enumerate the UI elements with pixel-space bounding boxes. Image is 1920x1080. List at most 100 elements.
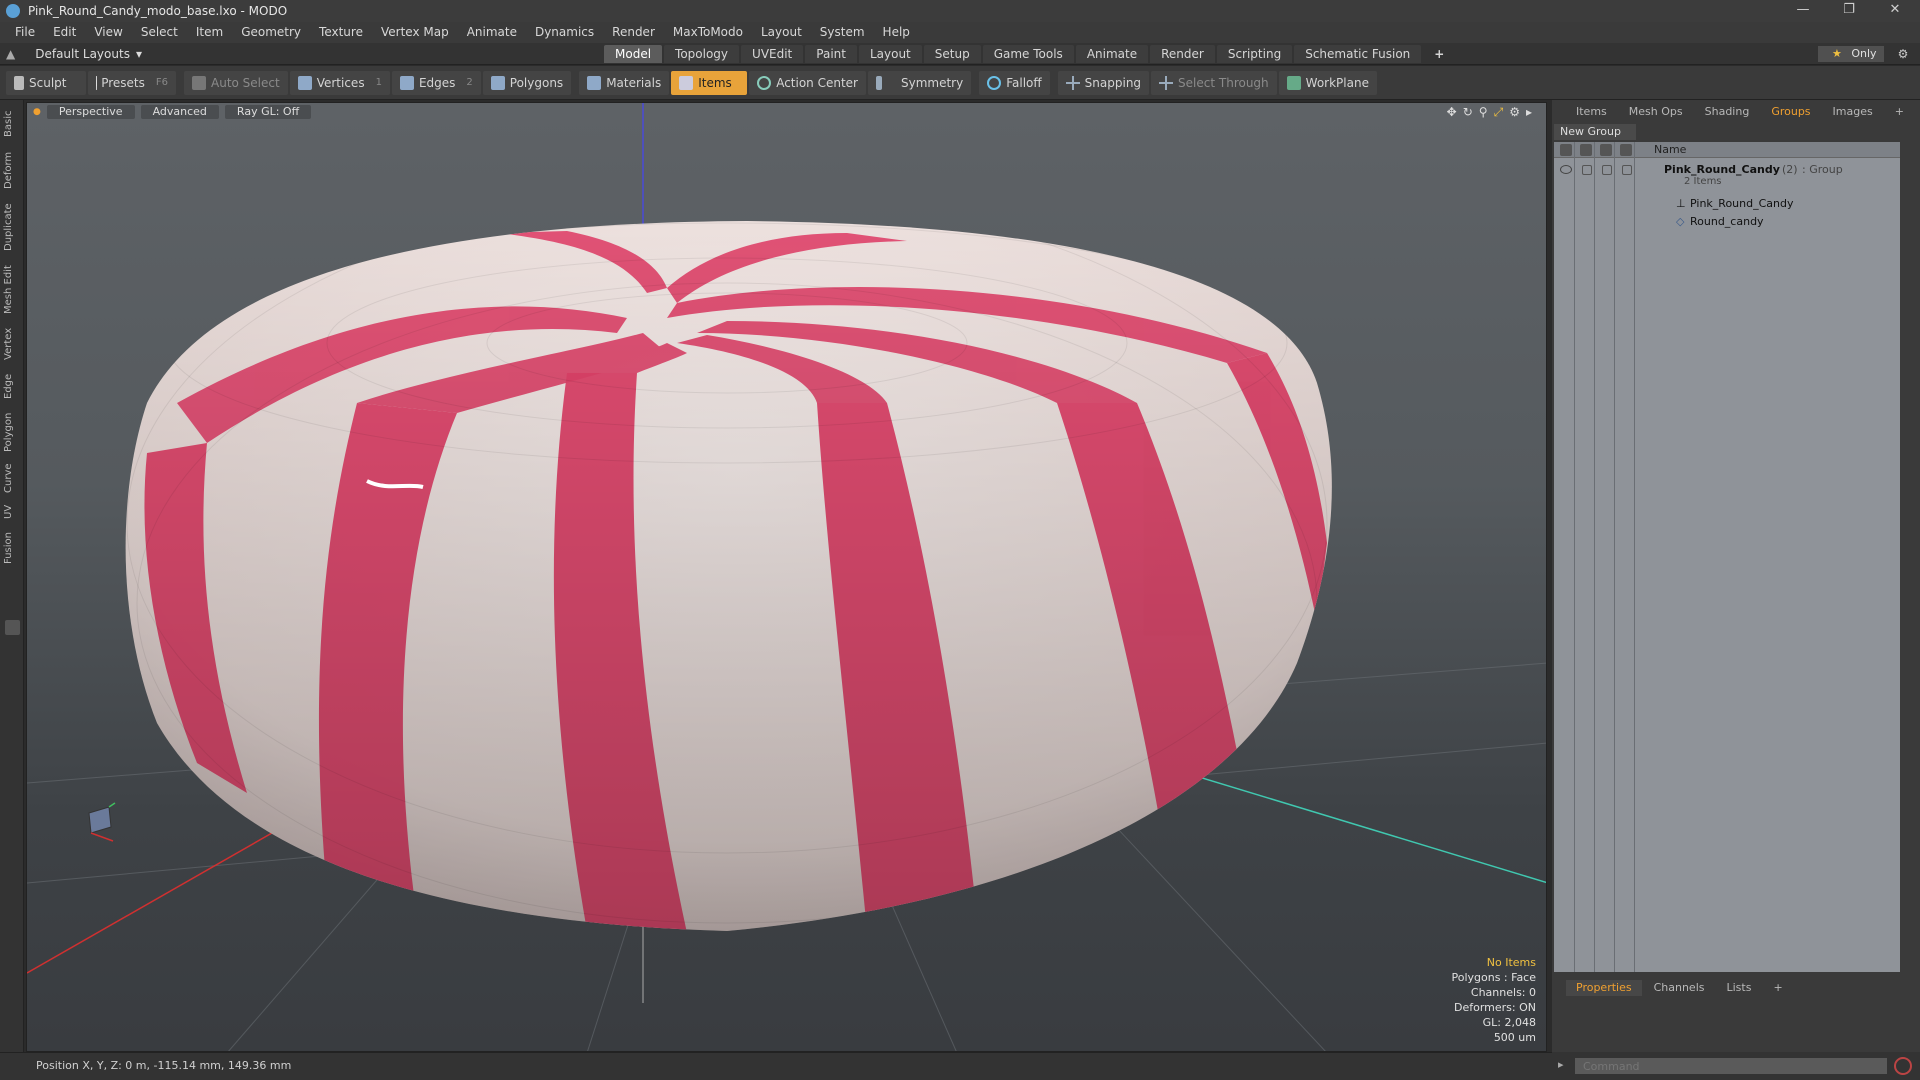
move-view-icon[interactable]: ✥ [1447,105,1457,120]
tab-model[interactable]: Model [604,45,663,63]
sculpt-button[interactable]: Sculpt [6,70,86,95]
left-tab-polygon[interactable]: Polygon [3,408,21,456]
viewport-expand-icon[interactable]: ▸ [1526,105,1532,120]
tab-shading[interactable]: Shading [1695,104,1760,120]
select-through-button[interactable]: Select Through [1151,70,1277,95]
tab-render[interactable]: Render [1150,45,1215,63]
viewport-shading-selector[interactable]: Advanced [140,105,219,119]
tab-scripting[interactable]: Scripting [1216,45,1293,63]
minimize-button[interactable]: — [1780,0,1826,22]
tab-images[interactable]: Images [1823,104,1883,120]
items-label: Items [698,75,732,90]
menu-view[interactable]: View [85,22,131,43]
star-icon: ★ [1832,47,1842,60]
zoom-view-icon[interactable]: ⚲ [1479,105,1488,120]
workplane-button[interactable]: WorkPlane [1278,70,1377,95]
presets-button[interactable]: Presets F6 [88,70,176,95]
menu-animate[interactable]: Animate [458,22,526,43]
vertices-button[interactable]: Vertices 1 [289,70,390,95]
menu-select[interactable]: Select [132,22,187,43]
menu-vertex-map[interactable]: Vertex Map [372,22,458,43]
viewport-header: ● Perspective Advanced Ray GL: Off [27,103,1546,121]
name-column-header[interactable]: Name [1654,143,1686,156]
command-expand-icon[interactable]: ▸ [1558,1058,1564,1071]
left-tab-mesh-edit[interactable]: Mesh Edit [3,260,21,320]
tab-lists[interactable]: Lists [1717,980,1762,996]
list-item[interactable]: ⊥ Pink_Round_Candy [1554,196,1900,212]
group-items-count: 2 Items [1684,176,1722,187]
select-column-icon [1620,144,1632,156]
items-button[interactable]: Items [671,70,748,95]
tab-groups[interactable]: Groups [1761,104,1820,120]
polygons-icon [490,75,505,90]
menu-render[interactable]: Render [603,22,664,43]
tab-channels[interactable]: Channels [1644,980,1715,996]
tab-properties[interactable]: Properties [1566,980,1642,996]
menu-texture[interactable]: Texture [310,22,372,43]
command-input[interactable] [1574,1057,1888,1075]
menu-layout[interactable]: Layout [752,22,811,43]
groups-list[interactable]: Name Pink_Round_Candy (2) : Group 2 Item… [1554,142,1900,972]
left-tab-vertex[interactable]: Vertex [3,324,21,364]
menu-maxtomodo[interactable]: MaxToModo [664,22,752,43]
render-toggle[interactable] [1582,165,1592,175]
tab-items[interactable]: Items [1566,104,1617,120]
add-panel-tab-button[interactable]: + [1885,104,1914,120]
left-tab-deform[interactable]: Deform [3,148,21,192]
properties-panel: Properties Channels Lists + [1552,976,1920,1052]
materials-button[interactable]: Materials [579,70,670,95]
menu-help[interactable]: Help [874,22,919,43]
tab-topology[interactable]: Topology [664,45,740,63]
list-item[interactable]: ◇ Round_candy [1554,214,1900,230]
tab-uvedit[interactable]: UVEdit [741,45,804,63]
menu-geometry[interactable]: Geometry [232,22,310,43]
lock-toggle[interactable] [1602,165,1612,175]
menu-system[interactable]: System [811,22,874,43]
new-group-button[interactable]: New Group [1554,124,1636,140]
fit-view-icon[interactable]: ⤢ [1494,105,1504,120]
polygons-button[interactable]: Polygons [482,70,572,95]
add-properties-tab-button[interactable]: + [1763,980,1792,996]
viewport-view-selector[interactable]: Perspective [46,105,135,119]
layout-selector[interactable]: ▲ Default Layouts ▾ [6,46,142,62]
snapping-button[interactable]: Snapping [1057,70,1150,95]
tab-paint[interactable]: Paint [805,45,857,63]
viewport-settings-icon[interactable]: ⚙ [1509,105,1520,120]
group-row[interactable]: Pink_Round_Candy (2) : Group 2 Items [1554,162,1900,192]
left-tab-basic[interactable]: Basic [3,106,21,142]
left-tab-duplicate[interactable]: Duplicate [3,198,21,256]
position-readout: Position X, Y, Z: 0 m, -115.14 mm, 149.3… [36,1059,292,1072]
falloff-button[interactable]: Falloff [979,70,1050,95]
left-tab-fusion[interactable]: Fusion [3,528,21,568]
viewport-menu-icon[interactable]: ● [33,107,41,117]
tab-setup[interactable]: Setup [923,45,981,63]
add-tab-button[interactable]: + [1423,45,1455,63]
menu-edit[interactable]: Edit [44,22,85,43]
eye-icon[interactable] [1560,165,1572,174]
left-tab-uv[interactable]: UV [3,500,21,524]
tab-animate[interactable]: Animate [1075,45,1149,63]
command-stop-icon[interactable] [1894,1057,1912,1075]
tab-game-tools[interactable]: Game Tools [982,45,1074,63]
tab-schematic-fusion[interactable]: Schematic Fusion [1294,45,1422,63]
raygl-toggle[interactable]: Ray GL: Off [224,105,312,119]
left-tab-curve[interactable]: Curve [3,460,21,496]
rotate-view-icon[interactable]: ↻ [1463,105,1473,120]
menu-file[interactable]: File [6,22,44,43]
only-button[interactable]: ★ Only [1818,46,1884,62]
3d-viewport[interactable]: ● Perspective Advanced Ray GL: Off ✥ ↻ ⚲… [26,102,1547,1052]
close-button[interactable]: ✕ [1872,0,1918,22]
edges-button[interactable]: Edges 2 [391,70,481,95]
maximize-button[interactable]: ❐ [1826,0,1872,22]
menu-dynamics[interactable]: Dynamics [526,22,603,43]
left-panel-toggle-button[interactable] [5,620,20,635]
tab-layout[interactable]: Layout [858,45,922,63]
left-tab-edge[interactable]: Edge [3,368,21,404]
auto-select-button[interactable]: Auto Select [184,70,288,95]
action-center-button[interactable]: Action Center [749,70,866,95]
tab-mesh-ops[interactable]: Mesh Ops [1619,104,1693,120]
menu-item[interactable]: Item [187,22,232,43]
gear-icon[interactable]: ⚙ [1892,45,1914,63]
symmetry-button[interactable]: Symmetry [868,70,972,95]
select-toggle[interactable] [1622,165,1632,175]
